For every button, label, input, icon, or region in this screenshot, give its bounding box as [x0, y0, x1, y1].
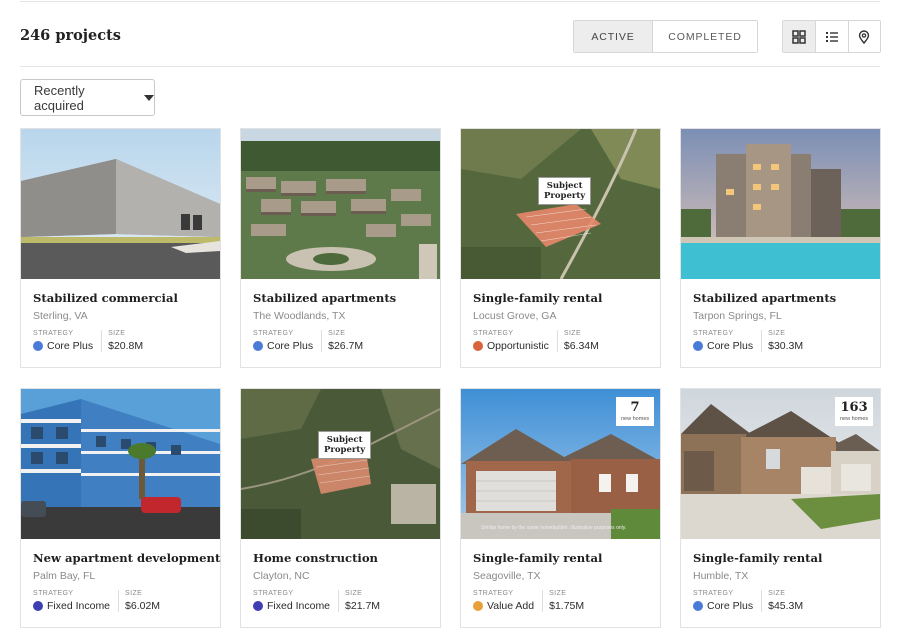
- project-card[interactable]: Stabilized apartments Tarpon Springs, FL…: [680, 128, 881, 368]
- project-location: The Woodlands, TX: [253, 310, 346, 322]
- strategy-label: STRATEGY: [33, 330, 74, 337]
- map-view-button[interactable]: [847, 21, 880, 52]
- strategy-value: Fixed Income: [47, 600, 111, 612]
- strategy-dot-icon: [693, 341, 703, 351]
- new-homes-count: 7: [630, 400, 640, 415]
- size-value: $26.7M: [328, 340, 364, 352]
- list-icon: [825, 31, 838, 42]
- strategy-dot-icon: [253, 601, 263, 611]
- strategy-dot-icon: [473, 601, 483, 611]
- size-label: SIZE: [328, 330, 346, 337]
- size-value: $45.3M: [768, 600, 804, 612]
- project-image: Subject Property: [461, 129, 660, 279]
- project-location: Clayton, NC: [253, 570, 310, 582]
- strategy-value: Fixed Income: [267, 600, 331, 612]
- tab-completed[interactable]: COMPLETED: [653, 21, 757, 52]
- strategy-value: Core Plus: [47, 340, 94, 352]
- strategy-dot-icon: [33, 601, 43, 611]
- size-value: $30.3M: [768, 340, 804, 352]
- strategy-label: STRATEGY: [693, 590, 734, 597]
- size-label: SIZE: [768, 330, 786, 337]
- map-pin-icon: [859, 29, 870, 44]
- status-toggle: ACTIVE COMPLETED: [573, 20, 758, 53]
- caret-down-icon: [144, 94, 154, 101]
- size-label: SIZE: [345, 590, 363, 597]
- subject-property-badge: Subject Property: [538, 177, 592, 205]
- header-divider: [20, 66, 880, 67]
- tab-active[interactable]: ACTIVE: [574, 21, 653, 52]
- size-value: $20.8M: [108, 340, 144, 352]
- subject-property-badge: Subject Property: [318, 431, 372, 459]
- project-image: 7 new homes Similar home by the same hom…: [461, 389, 660, 539]
- project-location: Seagoville, TX: [473, 570, 541, 582]
- view-switcher: [782, 20, 881, 53]
- top-divider: [20, 1, 880, 2]
- new-homes-label: new homes: [840, 416, 869, 422]
- size-label: SIZE: [125, 590, 143, 597]
- size-value: $21.7M: [345, 600, 381, 612]
- project-title: Single-family rental: [473, 551, 603, 565]
- project-title: New apartment development: [33, 551, 221, 565]
- strategy-dot-icon: [693, 601, 703, 611]
- strategy-label: STRATEGY: [253, 330, 294, 337]
- size-value: $1.75M: [549, 600, 585, 612]
- size-label: SIZE: [108, 330, 126, 337]
- project-title: Stabilized apartments: [693, 291, 837, 305]
- size-value: $6.02M: [125, 600, 161, 612]
- project-title: Single-family rental: [693, 551, 823, 565]
- project-card[interactable]: 163 new homes Single-family rental Humbl…: [680, 388, 881, 628]
- project-title: Single-family rental: [473, 291, 603, 305]
- new-homes-label: new homes: [621, 416, 650, 422]
- grid-view-button[interactable]: [783, 21, 816, 52]
- strategy-label: STRATEGY: [253, 590, 294, 597]
- project-title: Home construction: [253, 551, 378, 565]
- strategy-value: Value Add: [487, 600, 535, 612]
- strategy-label: STRATEGY: [693, 330, 734, 337]
- sort-label: Recently acquired: [34, 82, 85, 113]
- size-label: SIZE: [563, 330, 582, 337]
- strategy-label: STRATEGY: [473, 330, 514, 337]
- project-card[interactable]: Stabilized commercial Sterling, VA STRAT…: [20, 128, 221, 368]
- project-location: Sterling, VA: [33, 310, 88, 322]
- project-image: [21, 389, 220, 539]
- strategy-value: Opportunistic: [487, 340, 549, 352]
- project-location: Palm Bay, FL: [33, 570, 96, 582]
- project-image: [681, 129, 880, 279]
- new-homes-count: 163: [840, 400, 868, 415]
- strategy-dot-icon: [253, 341, 263, 351]
- project-image: [21, 129, 220, 279]
- image-disclaimer: Similar home by the same homebuilder. Il…: [481, 525, 627, 531]
- new-homes-badge: 163 new homes: [835, 397, 874, 426]
- project-card[interactable]: 7 new homes Similar home by the same hom…: [460, 388, 661, 628]
- strategy-dot-icon: [33, 341, 43, 351]
- size-label: SIZE: [549, 590, 567, 597]
- project-card[interactable]: Subject Property Single-family rental Loc…: [460, 128, 661, 368]
- strategy-label: STRATEGY: [473, 590, 514, 597]
- strategy-label: STRATEGY: [33, 590, 74, 597]
- project-title: Stabilized apartments: [253, 291, 397, 305]
- project-image: [241, 129, 440, 279]
- project-count: 246 projects: [20, 27, 121, 44]
- strategy-value: Core Plus: [707, 600, 754, 612]
- strategy-value: Core Plus: [707, 340, 754, 352]
- project-image: Subject Property: [241, 389, 440, 539]
- strategy-value: Core Plus: [267, 340, 314, 352]
- size-value: $6.34M: [563, 340, 599, 352]
- project-location: Tarpon Springs, FL: [693, 310, 782, 322]
- new-homes-badge: 7 new homes: [616, 397, 655, 426]
- project-location: Locust Grove, GA: [473, 310, 557, 322]
- project-image: 163 new homes: [681, 389, 880, 539]
- project-card[interactable]: Subject Property Home construction Clayto…: [240, 388, 441, 628]
- project-location: Humble, TX: [693, 570, 749, 582]
- sort-dropdown[interactable]: Recently acquired: [20, 79, 155, 116]
- grid-icon: [792, 29, 806, 44]
- size-label: SIZE: [768, 590, 786, 597]
- project-title: Stabilized commercial: [33, 291, 178, 305]
- strategy-dot-icon: [473, 341, 483, 351]
- list-view-button[interactable]: [815, 21, 847, 52]
- project-card[interactable]: Stabilized apartments The Woodlands, TX …: [240, 128, 441, 368]
- project-card[interactable]: New apartment development Palm Bay, FL S…: [20, 388, 221, 628]
